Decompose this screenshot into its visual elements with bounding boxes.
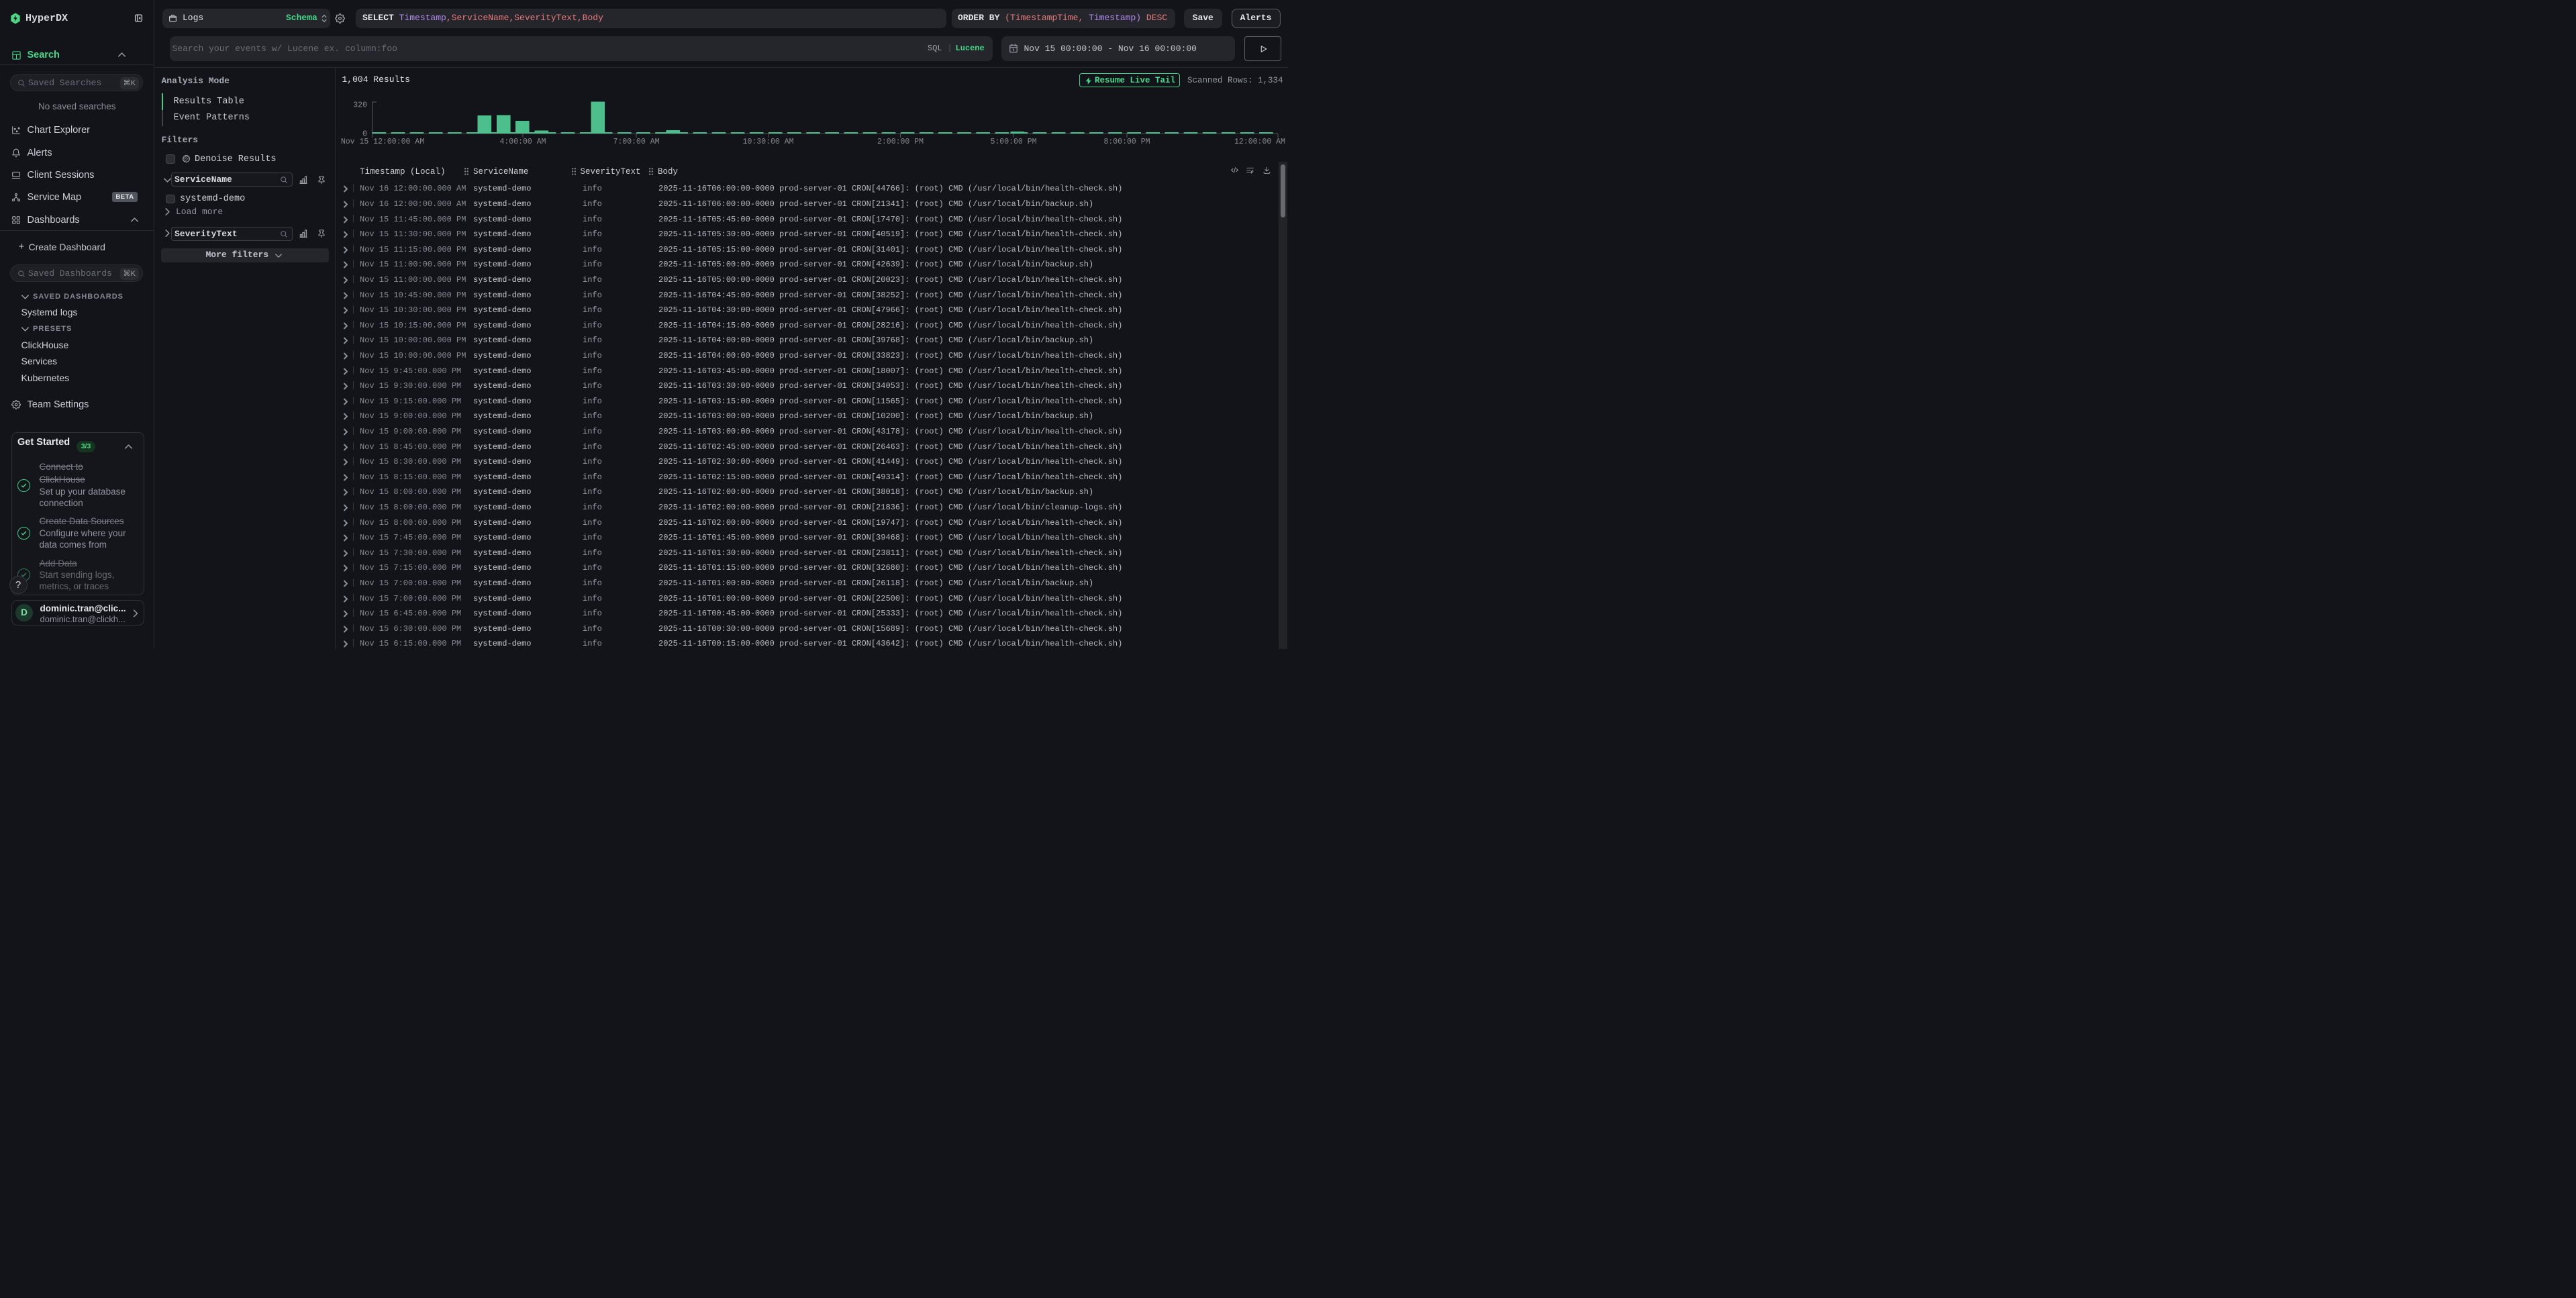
svg-text:12:00:00 AM: 12:00:00 AM [1234, 138, 1285, 146]
svg-text:8:00:00 PM: 8:00:00 PM [1103, 138, 1150, 146]
svg-text:Nov 15 12:00:00 AM: Nov 15 12:00:00 AM [341, 138, 424, 146]
svg-text:320: 320 [353, 101, 367, 110]
svg-text:5:00:00 PM: 5:00:00 PM [990, 138, 1036, 146]
svg-text:4:00:00 AM: 4:00:00 AM [499, 138, 546, 146]
svg-text:2:00:00 PM: 2:00:00 PM [877, 138, 924, 146]
svg-text:10:30:00 AM: 10:30:00 AM [743, 138, 794, 146]
svg-text:7:00:00 AM: 7:00:00 AM [613, 138, 659, 146]
